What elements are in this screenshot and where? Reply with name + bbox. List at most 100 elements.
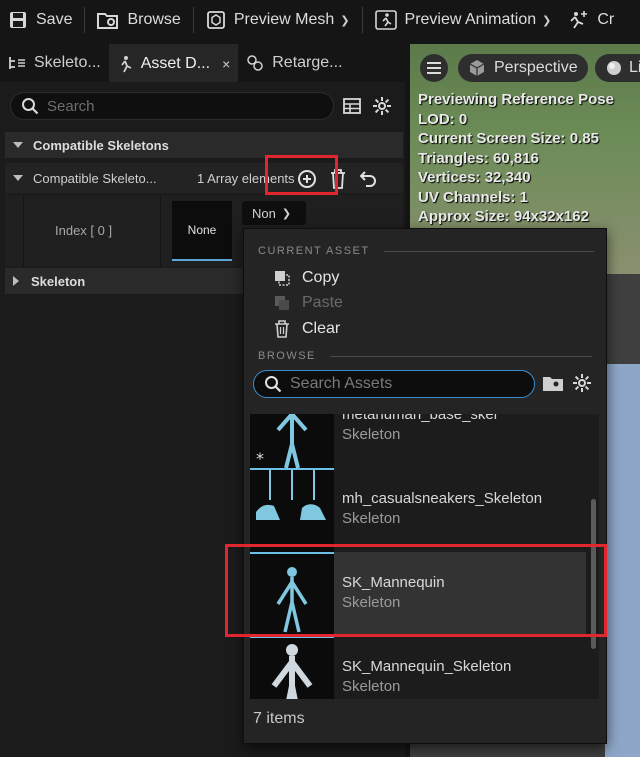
save-label: Save (36, 11, 73, 28)
asset-item-sk-mannequin-skeleton[interactable]: SK_Mannequin_Skeleton Skeleton (250, 636, 586, 699)
paste-label: Paste (302, 294, 343, 311)
chevron-down-icon: ❯ (281, 207, 292, 220)
thumb-accent-line (250, 468, 334, 470)
asset-item-metahuman-base-skel[interactable]: * metahuman_base_skel Skeleton (250, 414, 586, 468)
expand-triangle-icon (13, 142, 23, 148)
asset-type: Skeleton (342, 678, 401, 695)
asset-text: SK_Mannequin_Skeleton Skeleton (334, 636, 511, 699)
asset-name: metahuman_base_skel (342, 414, 498, 423)
details-search-box[interactable] (10, 92, 334, 120)
asset-text: mh_casualsneakers_Skeleton Skeleton (334, 468, 542, 552)
save-icon (10, 12, 26, 28)
reset-arrow-icon (359, 171, 376, 187)
settings-button[interactable] (370, 94, 394, 118)
lit-label: Li (629, 59, 640, 76)
picker-settings-button[interactable] (572, 373, 592, 393)
viewport-sky (605, 364, 640, 757)
stat-line: Triangles: 60,816 (418, 149, 539, 167)
retarget-icon (247, 55, 263, 71)
highlight-add-button (265, 155, 338, 195)
column-divider (160, 195, 161, 267)
tab-retarget[interactable]: Retarge... (238, 44, 350, 82)
asset-picker-combo[interactable]: Non ❯ (242, 201, 306, 225)
asset-type: Skeleton (342, 426, 401, 443)
clear-menu-item[interactable]: Clear (274, 317, 340, 341)
asset-thumbnail[interactable]: None (172, 201, 232, 261)
main-toolbar: Save Browse Preview Mesh ❯ Preview Anima… (0, 0, 640, 40)
gear-icon (373, 97, 391, 115)
item-count: 7 items (253, 710, 305, 727)
section-title: Compatible Skeletons (33, 137, 169, 153)
hamburger-menu-icon (427, 62, 441, 74)
gear-icon (573, 374, 591, 392)
stat-line: LOD: 0 (418, 110, 468, 128)
create-skeleton-icon (570, 11, 588, 29)
create-label: Cr (597, 11, 615, 28)
lit-mode-button[interactable]: Li (595, 54, 640, 82)
clear-label: Clear (302, 320, 341, 337)
preview-mesh-label: Preview Mesh (233, 11, 335, 28)
asset-details-icon (120, 56, 132, 73)
asset-item-mh-casualsneakers-skeleton[interactable]: mh_casualsneakers_Skeleton Skeleton (250, 468, 586, 552)
save-button[interactable]: Save (0, 0, 80, 40)
trash-icon (275, 320, 289, 338)
asset-name: mh_casualsneakers_Skeleton (342, 490, 543, 507)
details-search-row (10, 90, 400, 122)
viewport-menu-button[interactable] (420, 54, 448, 82)
browse-folder-icon (97, 13, 119, 29)
asset-type: Skeleton (342, 510, 401, 527)
search-icon (22, 98, 39, 115)
toolbar-separator (192, 7, 194, 33)
skeleton-figure-icon: * (256, 414, 308, 468)
tab-label: Retarge... (272, 54, 343, 71)
heading-text: BROWSE (258, 350, 316, 362)
current-asset-heading: CURRENT ASSET (258, 245, 594, 257)
table-view-icon (343, 98, 361, 114)
collapsed-triangle-icon (13, 276, 19, 286)
viewport-stats: Previewing Reference Pose LOD: 0 Current… (418, 90, 614, 227)
heading-rule (329, 355, 592, 357)
tab-skeleton-tree[interactable]: Skeleto... (0, 44, 109, 82)
svg-text:*: * (256, 449, 264, 468)
copy-label: Copy (302, 269, 340, 286)
sneakers-icon (256, 470, 326, 520)
reset-button[interactable] (358, 169, 380, 191)
expand-triangle-icon[interactable] (13, 175, 23, 181)
preview-mesh-button[interactable]: Preview Mesh ❯ (198, 0, 358, 40)
close-icon[interactable]: × (222, 56, 230, 72)
search-icon (265, 376, 282, 393)
stat-line: Current Screen Size: 0.85 (418, 130, 599, 147)
tab-asset-details[interactable]: Asset D... × (108, 44, 239, 82)
section-title: Skeleton (31, 273, 86, 289)
perspective-button[interactable]: Perspective (458, 54, 588, 82)
indent-divider (23, 195, 24, 267)
asset-search-box[interactable] (253, 370, 535, 398)
mannequin-figure-icon (271, 644, 313, 699)
asset-search-input[interactable] (290, 375, 520, 393)
lit-sphere-icon (607, 61, 621, 75)
tab-label: Skeleto... (34, 54, 101, 71)
toolbar-separator (84, 7, 86, 33)
browse-button[interactable]: Browse (89, 0, 188, 40)
paste-icon (275, 296, 289, 310)
tab-label: Asset D... (140, 55, 211, 72)
asset-text: metahuman_base_skel Skeleton (334, 414, 497, 468)
section-compatible-skeletons[interactable]: Compatible Skeletons (5, 132, 403, 158)
paste-menu-item[interactable]: Paste (274, 291, 343, 315)
table-view-button[interactable] (340, 94, 364, 118)
stat-line: Vertices: 32,340 (418, 169, 531, 186)
filter-folder-button[interactable] (542, 374, 564, 394)
create-button[interactable]: Cr (559, 0, 622, 40)
heading-text: CURRENT ASSET (258, 245, 370, 257)
preview-animation-button[interactable]: Preview Animation ❯ (367, 0, 560, 40)
details-search-input[interactable] (47, 97, 307, 115)
index-label: Index [ 0 ] (55, 223, 113, 238)
perspective-cube-icon (469, 60, 485, 76)
folder-filter-icon (543, 377, 563, 391)
browse-heading: BROWSE (258, 350, 592, 362)
copy-menu-item[interactable]: Copy (274, 266, 339, 290)
asset-picker-menu: CURRENT ASSET Copy Paste Clear BROWSE * … (243, 228, 607, 744)
toolbar-separator (361, 7, 363, 33)
chevron-down-icon: ❯ (542, 14, 552, 27)
asset-name: SK_Mannequin_Skeleton (342, 658, 512, 675)
